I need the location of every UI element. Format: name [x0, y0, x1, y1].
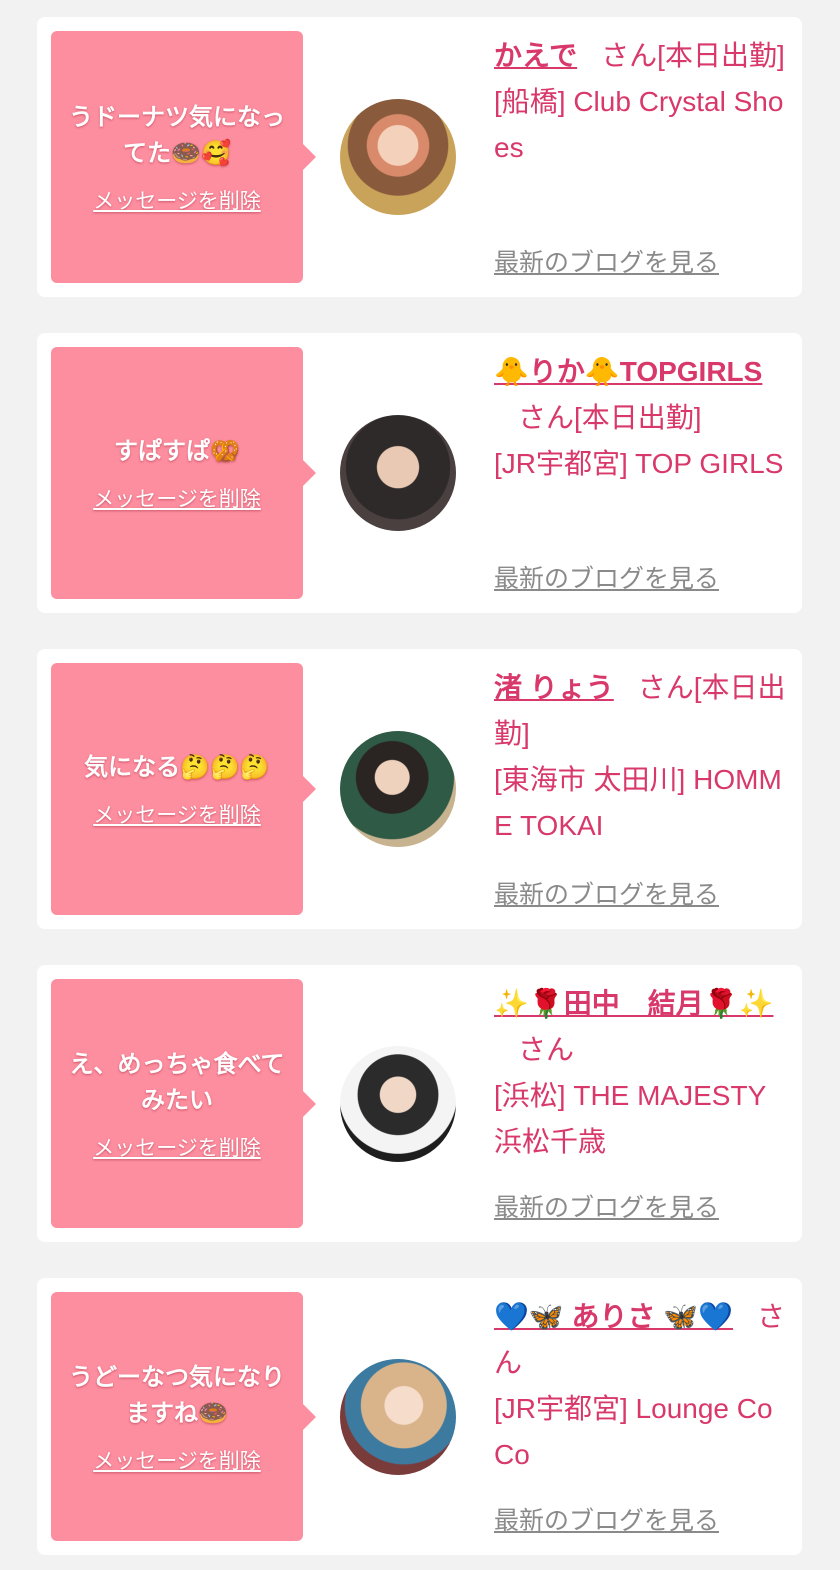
latest-blog-link[interactable]: 最新のブログを見る [494, 559, 719, 595]
delete-message-link[interactable]: メッセージを削除 [93, 799, 261, 829]
avatar[interactable] [340, 1045, 456, 1162]
girl-suffix: さん[本日出勤] [601, 40, 785, 71]
message-bubble: え、めっちゃ食べてみたい メッセージを削除 [51, 979, 316, 1228]
girl-info: かえで さん[本日出勤] [船橋] Club Crystal Shoes [494, 33, 788, 171]
girl-info: 💙🦋 ありさ 🦋💙 さん [JR宇都宮] Lounge CoCo [494, 1294, 788, 1478]
message-bubble: うどーなつ気になりますね🍩 メッセージを削除 [51, 1292, 316, 1541]
girl-suffix: さん[本日出勤] [518, 402, 702, 433]
latest-blog-link[interactable]: 最新のブログを見る [494, 243, 719, 279]
message-text: え、めっちゃ食べてみたい [69, 1049, 285, 1114]
girl-name-link[interactable]: かえで [494, 40, 577, 71]
delete-message-link[interactable]: メッセージを削除 [93, 1132, 261, 1162]
shop-name: [JR宇都宮] Lounge CoCo [494, 1393, 773, 1470]
girl-name-link[interactable]: 🐥りか🐥TOPGIRLS [494, 356, 762, 387]
shop-name: [浜松] THE MAJESTY 浜松千歳 [494, 1080, 766, 1157]
message-list: うドーナツ気になってた🍩🥰 メッセージを削除 かえで さん[本日出勤] [船橋] … [0, 0, 840, 1570]
message-bubble: すぱすぱ🥨 メッセージを削除 [51, 347, 316, 599]
latest-blog-link[interactable]: 最新のブログを見る [494, 875, 719, 911]
latest-blog-link[interactable]: 最新のブログを見る [494, 1188, 719, 1224]
girl-info: 🐥りか🐥TOPGIRLS さん[本日出勤] [JR宇都宮] TOP GIRLS [494, 349, 788, 487]
message-card: すぱすぱ🥨 メッセージを削除 🐥りか🐥TOPGIRLS さん[本日出勤] [JR宇… [37, 333, 802, 613]
message-text: すぱすぱ🥨 [114, 437, 240, 465]
delete-message-link[interactable]: メッセージを削除 [93, 185, 261, 215]
girl-name-link[interactable]: ✨🌹田中 結月🌹✨ [494, 988, 773, 1019]
latest-blog-link[interactable]: 最新のブログを見る [494, 1501, 719, 1537]
girl-info: 渚 りょう さん[本日出勤] [東海市 太田川] HOMME TOKAI [494, 665, 788, 849]
message-card: 気になる🤔🤔🤔 メッセージを削除 渚 りょう さん[本日出勤] [東海市 太田川]… [37, 649, 802, 929]
avatar[interactable] [340, 731, 456, 847]
shop-name: [東海市 太田川] HOMME TOKAI [494, 764, 782, 841]
girl-name-link[interactable]: 💙🦋 ありさ 🦋💙 [494, 1301, 733, 1332]
girl-suffix: さん [518, 1034, 575, 1065]
shop-name: [JR宇都宮] TOP GIRLS [494, 448, 784, 479]
shop-name: [船橋] Club Crystal Shoes [494, 86, 784, 163]
message-card: うドーナツ気になってた🍩🥰 メッセージを削除 かえで さん[本日出勤] [船橋] … [37, 17, 802, 297]
message-text: うどーなつ気になりますね🍩 [69, 1362, 285, 1427]
avatar[interactable] [340, 99, 456, 215]
message-bubble: うドーナツ気になってた🍩🥰 メッセージを削除 [51, 31, 316, 283]
message-card: うどーなつ気になりますね🍩 メッセージを削除 💙🦋 ありさ 🦋💙 さん [JR宇都… [37, 1278, 802, 1555]
message-bubble: 気になる🤔🤔🤔 メッセージを削除 [51, 663, 316, 915]
message-card: え、めっちゃ食べてみたい メッセージを削除 ✨🌹田中 結月🌹✨ さん [浜松] T… [37, 965, 802, 1242]
message-text: うドーナツ気になってた🍩🥰 [69, 103, 285, 167]
girl-info: ✨🌹田中 結月🌹✨ さん [浜松] THE MAJESTY 浜松千歳 [494, 981, 788, 1165]
delete-message-link[interactable]: メッセージを削除 [93, 1445, 261, 1475]
avatar[interactable] [340, 1358, 456, 1475]
message-text: 気になる🤔🤔🤔 [84, 753, 270, 781]
avatar[interactable] [340, 415, 456, 531]
delete-message-link[interactable]: メッセージを削除 [93, 483, 261, 513]
girl-name-link[interactable]: 渚 りょう [494, 672, 614, 703]
